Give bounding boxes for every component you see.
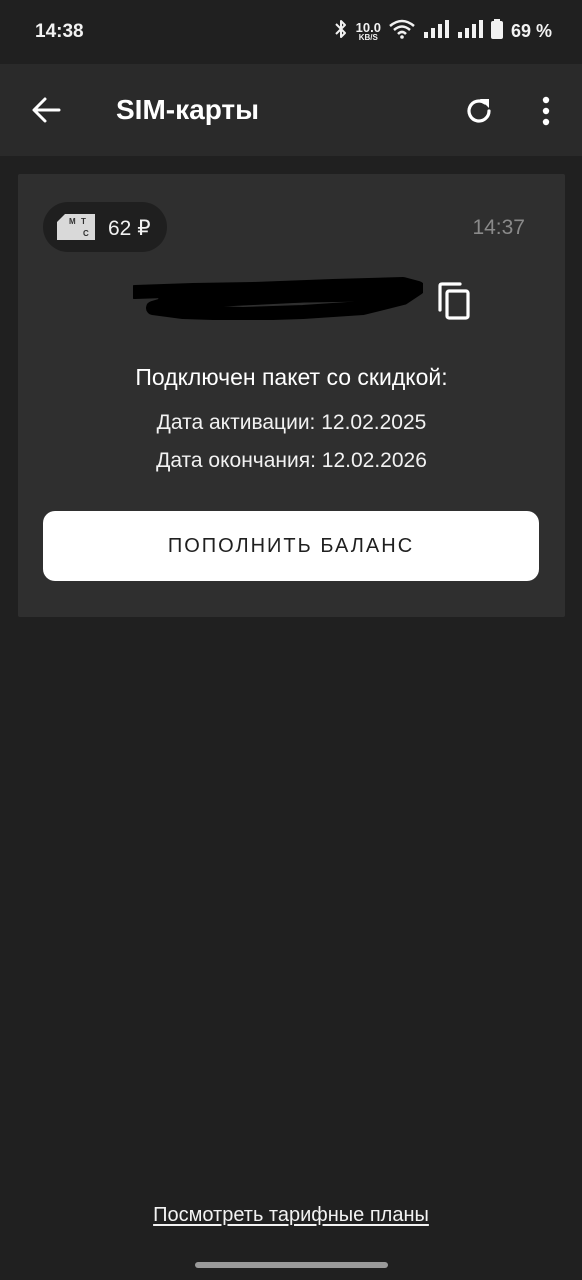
more-options-button[interactable] (528, 92, 564, 130)
copy-icon (438, 282, 470, 320)
signal-icon (423, 19, 449, 44)
redacted-phone-number (133, 277, 423, 320)
bluetooth-icon (334, 18, 348, 45)
view-tariff-plans-link[interactable]: Посмотреть тарифные планы (0, 1204, 582, 1227)
home-indicator[interactable] (195, 1262, 388, 1268)
topup-balance-button[interactable]: ПОПОЛНИТЬ БАЛАНС (43, 511, 539, 581)
copy-number-button[interactable] (436, 282, 472, 320)
wifi-icon (389, 19, 415, 44)
more-vert-icon (542, 96, 550, 126)
balance-amount: 62 ₽ (108, 217, 151, 240)
back-button[interactable] (28, 92, 64, 128)
last-updated-time: 14:37 (472, 216, 525, 239)
refresh-button[interactable] (460, 92, 498, 130)
back-arrow-icon (32, 97, 61, 123)
network-speed: 10.0 KB/S (356, 21, 381, 42)
status-bar: 14:38 10.0 KB/S 69 % (0, 0, 582, 64)
battery-icon (490, 19, 503, 44)
svg-text:С: С (83, 229, 89, 238)
sim-card: М Т С 62 ₽ 14:37 Подключен пакет со скид… (18, 174, 565, 617)
page-title: SIM-карты (116, 94, 260, 125)
status-icons: 10.0 KB/S 69 % (334, 18, 552, 45)
svg-text:М: М (69, 217, 76, 226)
package-title: Подключен пакет со скидкой: (135, 364, 448, 390)
app-bar: SIM-карты (0, 64, 582, 156)
refresh-icon (467, 99, 491, 123)
net-speed-unit: KB/S (358, 33, 378, 42)
status-time: 14:38 (35, 21, 84, 42)
sim-card-icon: М Т С (57, 214, 95, 240)
activation-date: Дата активации: 12.02.2025 (156, 411, 427, 434)
battery-percent: 69 % (510, 21, 552, 41)
end-date: Дата окончания: 12.02.2026 (156, 449, 427, 472)
balance-chip: М Т С 62 ₽ (43, 202, 167, 252)
signal-icon (457, 19, 483, 44)
svg-text:Т: Т (81, 217, 86, 226)
